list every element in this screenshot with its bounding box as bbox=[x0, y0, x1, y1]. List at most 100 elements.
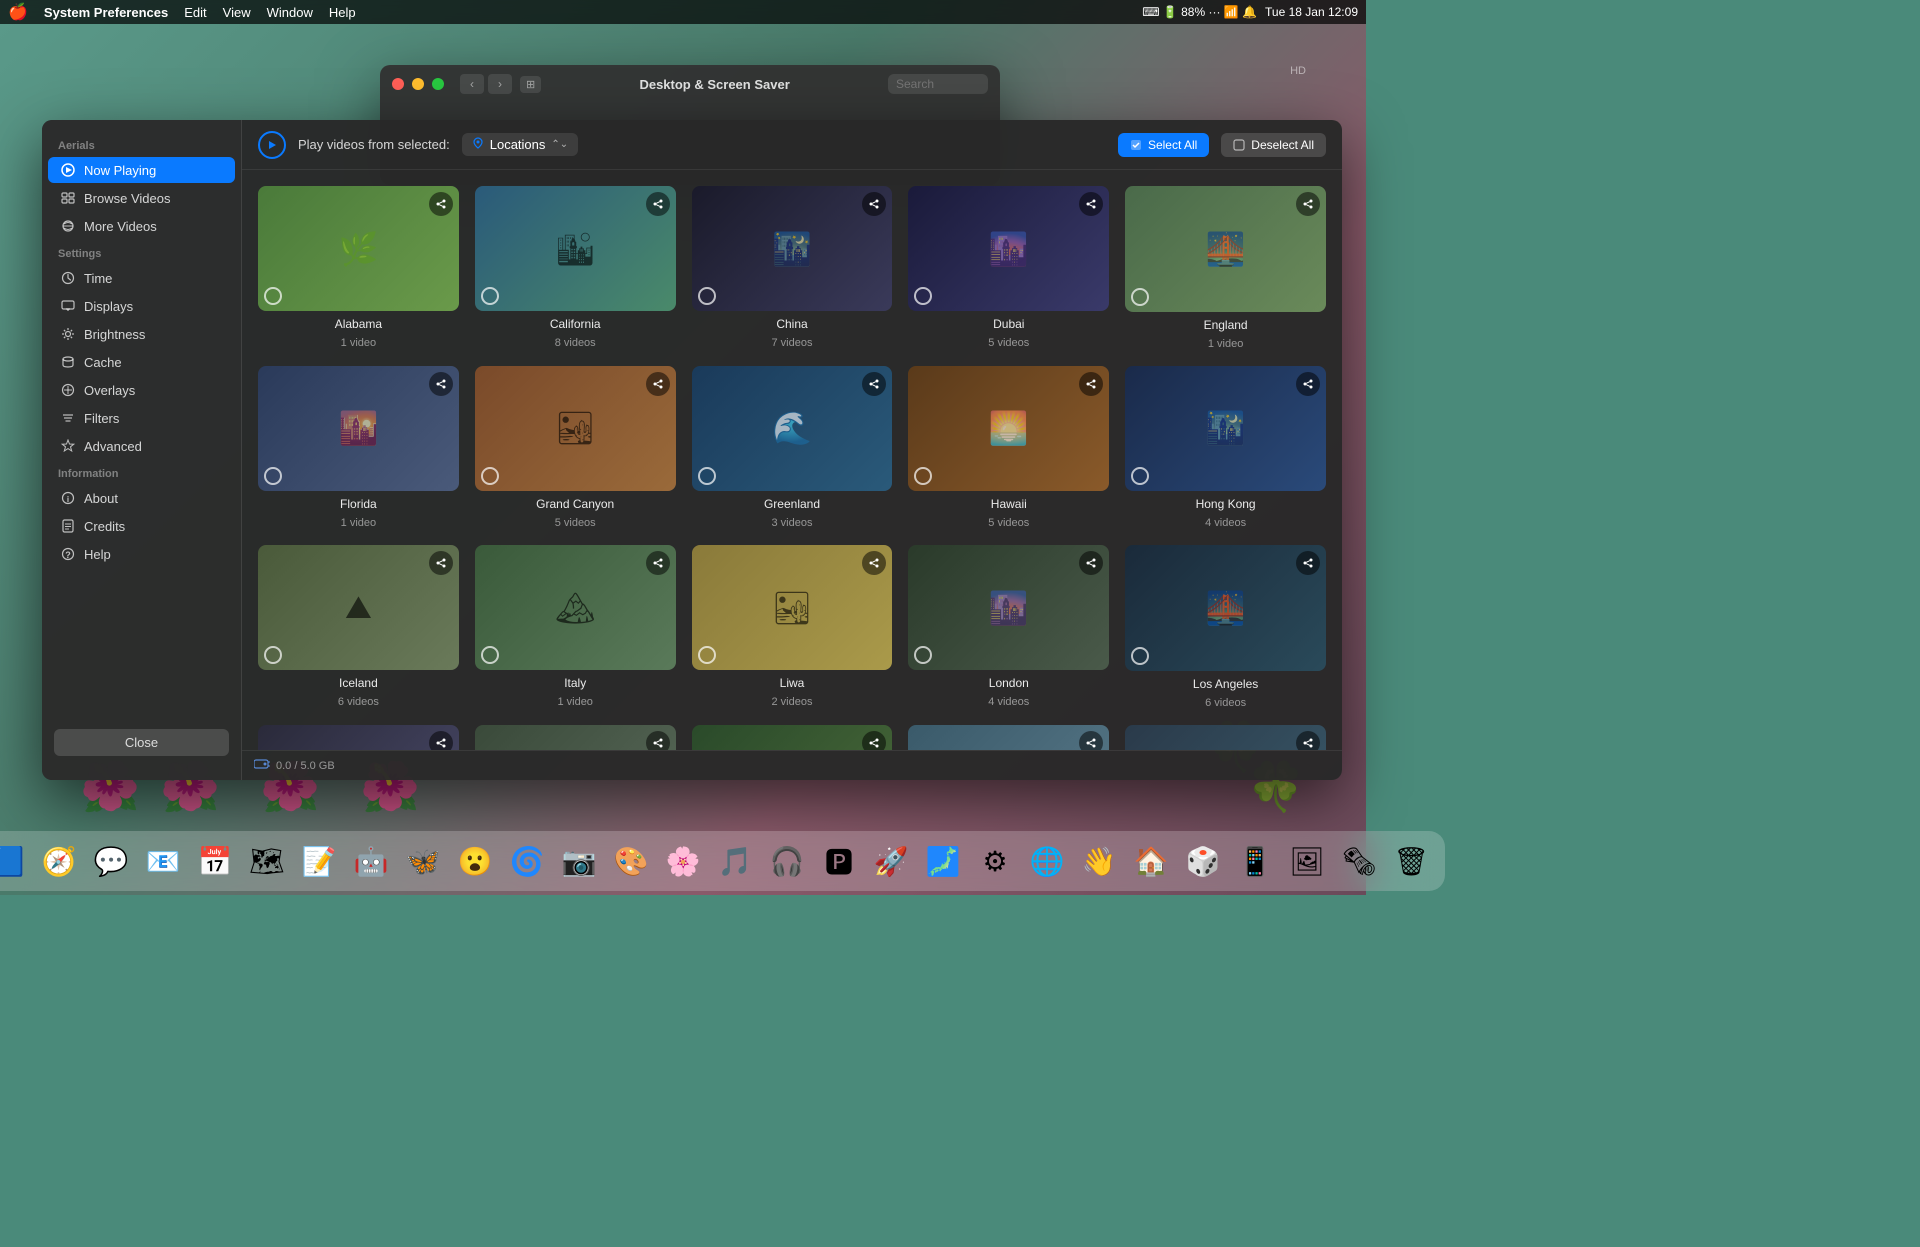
video-share-button[interactable] bbox=[1296, 731, 1320, 751]
dock-picture[interactable]: 🖼 bbox=[1283, 837, 1331, 885]
dock-music[interactable]: 🎵 bbox=[711, 837, 759, 885]
video-share-button[interactable] bbox=[1079, 551, 1103, 575]
video-item-liwa[interactable]: 🏜 Liwa 2 videos bbox=[692, 545, 893, 709]
video-share-button[interactable] bbox=[429, 551, 453, 575]
dock-messages[interactable]: 💬 bbox=[87, 837, 135, 885]
video-share-button[interactable] bbox=[1296, 372, 1320, 396]
apple-menu[interactable]: 🍎 bbox=[8, 2, 28, 22]
dock-trash[interactable]: 🗑 bbox=[1387, 837, 1435, 885]
select-all-button[interactable]: Select All bbox=[1118, 133, 1209, 157]
video-item-grand-canyon[interactable]: 🏜 Grand Canyon 5 videos bbox=[475, 366, 676, 530]
help-menu[interactable]: Help bbox=[329, 5, 356, 20]
sidebar-item-brightness[interactable]: Brightness bbox=[48, 321, 235, 347]
close-traffic-light[interactable] bbox=[392, 78, 404, 90]
video-select-circle[interactable] bbox=[1131, 647, 1149, 665]
locations-dropdown[interactable]: Locations ⌃⌄ bbox=[462, 133, 578, 156]
dock-maps[interactable]: 🗺 bbox=[243, 837, 291, 885]
dock-iphone[interactable]: 📱 bbox=[1231, 837, 1279, 885]
video-select-circle[interactable] bbox=[698, 646, 716, 664]
video-item-italy[interactable]: 🏔 Italy 1 video bbox=[475, 545, 676, 709]
dock-appstore[interactable]: 🚀 bbox=[867, 837, 915, 885]
video-share-button[interactable] bbox=[1079, 192, 1103, 216]
dock-xcode[interactable]: 🗾 bbox=[919, 837, 967, 885]
sidebar-item-browse-videos[interactable]: Browse Videos bbox=[48, 185, 235, 211]
video-share-button[interactable] bbox=[1296, 551, 1320, 575]
dock-game[interactable]: 🎲 bbox=[1179, 837, 1227, 885]
sidebar-item-time[interactable]: Time bbox=[48, 265, 235, 291]
sidebar-item-cache[interactable]: Cache bbox=[48, 349, 235, 375]
dock-sysprefs[interactable]: ⚙ bbox=[971, 837, 1019, 885]
video-share-button[interactable] bbox=[646, 372, 670, 396]
maximize-traffic-light[interactable] bbox=[432, 78, 444, 90]
dock-spotify[interactable]: 🎧 bbox=[763, 837, 811, 885]
dock-ps[interactable]: 🅿 bbox=[815, 837, 863, 885]
sidebar-item-credits[interactable]: Credits bbox=[48, 513, 235, 539]
sidebar-item-more-videos[interactable]: More Videos bbox=[48, 213, 235, 239]
dock-home[interactable]: 🏠 bbox=[1127, 837, 1175, 885]
video-item-new-york[interactable]: 🏙 New York 5 videos bbox=[475, 725, 676, 751]
dock-siri[interactable]: 🤖 bbox=[347, 837, 395, 885]
video-select-circle[interactable] bbox=[264, 467, 282, 485]
window-menu[interactable]: Window bbox=[267, 5, 313, 20]
video-share-button[interactable] bbox=[429, 731, 453, 751]
grid-view-button[interactable]: ⊞ bbox=[520, 76, 541, 93]
video-item-nevada[interactable]: 🌃 Nevada 3 videos bbox=[258, 725, 459, 751]
video-share-button[interactable] bbox=[1296, 192, 1320, 216]
sidebar-item-now-playing[interactable]: Now Playing bbox=[48, 157, 235, 183]
app-menu-item[interactable]: System Preferences bbox=[44, 5, 168, 20]
video-share-button[interactable] bbox=[862, 372, 886, 396]
dock-tes[interactable]: 🦋 bbox=[399, 837, 447, 885]
video-share-button[interactable] bbox=[429, 372, 453, 396]
video-item-china[interactable]: 🌃 China 7 videos bbox=[692, 186, 893, 350]
sidebar-item-advanced[interactable]: Advanced bbox=[48, 433, 235, 459]
video-share-button[interactable] bbox=[646, 551, 670, 575]
video-select-circle[interactable] bbox=[698, 467, 716, 485]
dock-art[interactable]: 🎨 bbox=[607, 837, 655, 885]
video-select-circle[interactable] bbox=[481, 467, 499, 485]
video-item-los-angeles[interactable]: 🌉 Los Angeles 6 videos bbox=[1125, 545, 1326, 709]
dock-launchpad[interactable]: 🟦 bbox=[0, 837, 31, 885]
edit-menu[interactable]: Edit bbox=[184, 5, 206, 20]
dock-news[interactable]: 🗞 bbox=[1335, 837, 1383, 885]
video-item-greenland[interactable]: 🌊 Greenland 3 videos bbox=[692, 366, 893, 530]
sidebar-item-filters[interactable]: Filters bbox=[48, 405, 235, 431]
dock-facetime[interactable]: 😮 bbox=[451, 837, 499, 885]
video-share-button[interactable] bbox=[646, 192, 670, 216]
video-item-oregon[interactable]: 🏔 Oregon 4 videos bbox=[692, 725, 893, 751]
dock-calendar[interactable]: 📅 bbox=[191, 837, 239, 885]
video-select-circle[interactable] bbox=[1131, 288, 1149, 306]
dock-mail[interactable]: 📧 bbox=[139, 837, 187, 885]
view-menu[interactable]: View bbox=[223, 5, 251, 20]
sidebar-item-overlays[interactable]: Overlays bbox=[48, 377, 235, 403]
video-share-button[interactable] bbox=[429, 192, 453, 216]
video-item-california[interactable]: 🏙 California 8 videos bbox=[475, 186, 676, 350]
dock-chrome[interactable]: 🌐 bbox=[1023, 837, 1071, 885]
video-item-alabama[interactable]: 🌿 Alabama 1 video bbox=[258, 186, 459, 350]
sidebar-item-help[interactable]: ? Help bbox=[48, 541, 235, 567]
video-item-london[interactable]: 🌆 London 4 videos bbox=[908, 545, 1109, 709]
minimize-traffic-light[interactable] bbox=[412, 78, 424, 90]
video-select-circle[interactable] bbox=[698, 287, 716, 305]
video-item-patagonia[interactable]: ⛰ Patagonia 6 videos bbox=[908, 725, 1109, 751]
video-item-iceland[interactable]: ⛰ Iceland 6 videos bbox=[258, 545, 459, 709]
dock-notes[interactable]: 📝 bbox=[295, 837, 343, 885]
forward-button[interactable]: › bbox=[488, 74, 512, 94]
dock-photos[interactable]: 🌸 bbox=[659, 837, 707, 885]
dock-hand[interactable]: 👋 bbox=[1075, 837, 1123, 885]
video-item-florida[interactable]: 🌇 Florida 1 video bbox=[258, 366, 459, 530]
video-item-hawaii[interactable]: 🌅 Hawaii 5 videos bbox=[908, 366, 1109, 530]
window-search-input[interactable] bbox=[888, 74, 988, 94]
back-button[interactable]: ‹ bbox=[460, 74, 484, 94]
sidebar-item-about[interactable]: i About bbox=[48, 485, 235, 511]
sidebar-item-displays[interactable]: Displays bbox=[48, 293, 235, 319]
video-item-england[interactable]: 🌉 England 1 video bbox=[1125, 186, 1326, 350]
video-item-san-francisco[interactable]: 🌁 San Francisco 8 videos bbox=[1125, 725, 1326, 751]
deselect-all-button[interactable]: Deselect All bbox=[1221, 133, 1326, 157]
video-share-button[interactable] bbox=[1079, 372, 1103, 396]
video-share-button[interactable] bbox=[646, 731, 670, 751]
dock-app1[interactable]: 🌀 bbox=[503, 837, 551, 885]
dock-safari[interactable]: 🧭 bbox=[35, 837, 83, 885]
close-button[interactable]: Close bbox=[54, 729, 229, 756]
video-item-dubai[interactable]: 🌆 Dubai 5 videos bbox=[908, 186, 1109, 350]
dock-photos-app[interactable]: 📷 bbox=[555, 837, 603, 885]
